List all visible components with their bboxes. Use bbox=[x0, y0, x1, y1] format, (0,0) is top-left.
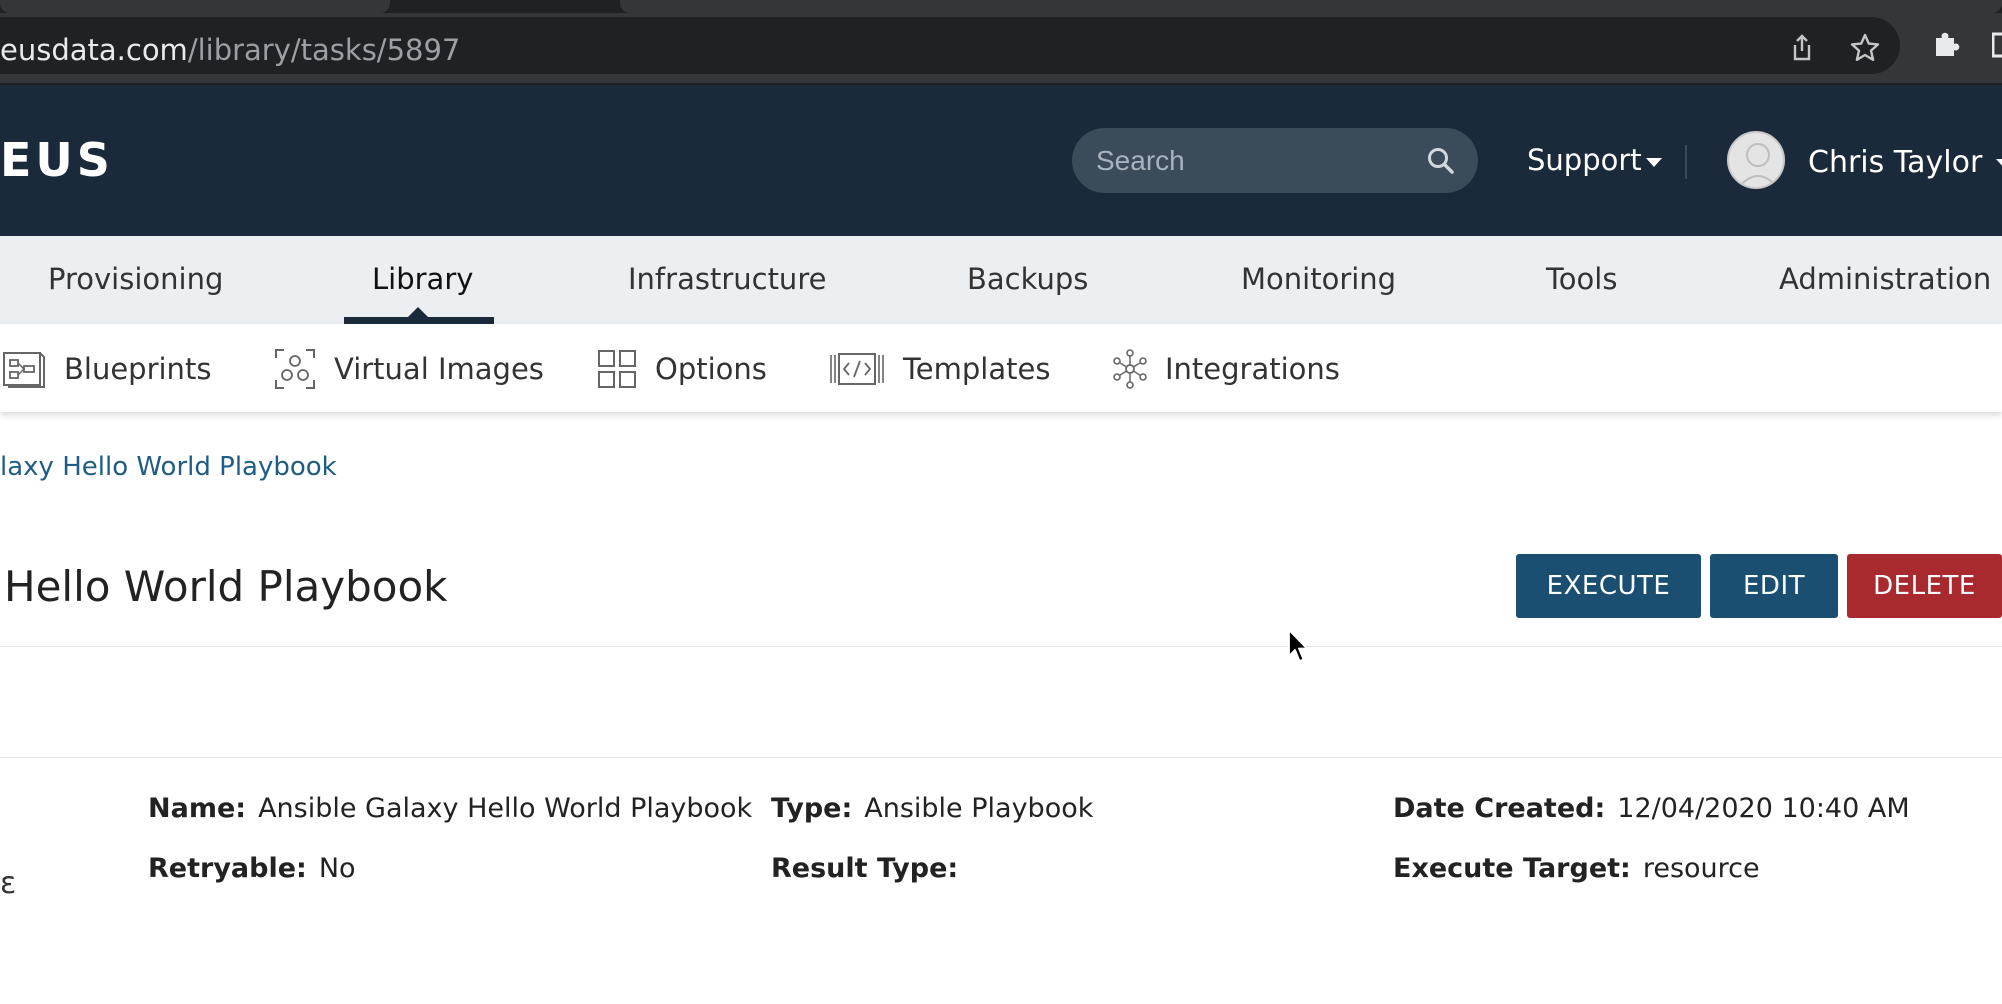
detail-type: Type: Ansible Playbook bbox=[771, 793, 1093, 824]
detail-value: Ansible Playbook bbox=[864, 793, 1094, 824]
truncated-text: ε bbox=[0, 866, 17, 901]
side-panel-icon[interactable] bbox=[1991, 28, 2002, 60]
detail-date-created: Date Created: 12/04/2020 10:40 AM bbox=[1393, 793, 1910, 824]
header-divider bbox=[1685, 145, 1687, 179]
detail-value: resource bbox=[1642, 853, 1760, 884]
address-url[interactable]: eusdata.com/library/tasks/5897 bbox=[0, 33, 460, 67]
breadcrumb[interactable]: laxy Hello World Playbook bbox=[0, 452, 337, 482]
integrations-icon bbox=[1113, 349, 1147, 389]
detail-label: Execute Target: bbox=[1393, 853, 1631, 884]
app-header: EUS Support Chris Taylor bbox=[0, 85, 2002, 236]
nav-item-infrastructure[interactable]: Infrastructure bbox=[628, 262, 826, 296]
chevron-down-icon bbox=[1995, 159, 2002, 168]
subnav-label: Options bbox=[655, 352, 767, 386]
edit-button[interactable]: EDIT bbox=[1710, 554, 1838, 618]
nav-item-library[interactable]: Library bbox=[372, 262, 473, 296]
nav-item-administration[interactable]: Administration bbox=[1779, 262, 1991, 296]
address-bar[interactable]: eusdata.com/library/tasks/5897 bbox=[0, 17, 1900, 74]
nav-item-tools[interactable]: Tools bbox=[1546, 262, 1617, 296]
detail-result-type: Result Type: bbox=[771, 853, 970, 884]
detail-execute-target: Execute Target: resource bbox=[1393, 853, 1760, 884]
avatar[interactable] bbox=[1727, 131, 1785, 189]
browser-tab-strip bbox=[0, 0, 2002, 13]
mouse-cursor-icon bbox=[1287, 628, 1311, 668]
subnav-item-options[interactable]: Options bbox=[597, 346, 767, 392]
browser-toolbar: eusdata.com/library/tasks/5897 bbox=[0, 13, 2002, 85]
detail-label: Date Created: bbox=[1393, 793, 1606, 824]
subnav-item-blueprints[interactable]: Blueprints bbox=[2, 346, 211, 392]
search-input[interactable] bbox=[1096, 128, 1416, 193]
detail-value: No bbox=[318, 853, 356, 884]
search-box[interactable] bbox=[1072, 128, 1478, 193]
url-host: eusdata.com bbox=[0, 33, 188, 67]
detail-name: Name: Ansible Galaxy Hello World Playbook bbox=[148, 793, 752, 824]
chevron-down-icon bbox=[1645, 157, 1662, 167]
detail-value: 12/04/2020 10:40 AM bbox=[1617, 793, 1910, 824]
delete-button[interactable]: DELETE bbox=[1847, 554, 2002, 618]
blueprints-icon bbox=[3, 352, 45, 388]
extensions-icon[interactable] bbox=[1930, 28, 1962, 60]
divider bbox=[0, 757, 2002, 758]
detail-label: Result Type: bbox=[771, 853, 959, 884]
subnav-item-virtual-images[interactable]: Virtual Images bbox=[274, 346, 544, 392]
sub-nav: Blueprints Virtual Images Options Templa… bbox=[0, 324, 2002, 412]
nav-item-monitoring[interactable]: Monitoring bbox=[1241, 262, 1396, 296]
templates-icon bbox=[830, 353, 884, 385]
subnav-label: Templates bbox=[903, 352, 1051, 386]
page-title: Hello World Playbook bbox=[4, 562, 448, 611]
support-menu[interactable]: Support bbox=[1527, 143, 1662, 177]
virtual-images-icon bbox=[275, 349, 315, 389]
bookmark-star-icon[interactable] bbox=[1849, 32, 1881, 64]
detail-label: Type: bbox=[771, 793, 853, 824]
active-tab-indicator-notch bbox=[408, 307, 428, 317]
nav-item-provisioning[interactable]: Provisioning bbox=[48, 262, 223, 296]
nav-item-backups[interactable]: Backups bbox=[967, 262, 1088, 296]
subnav-label: Virtual Images bbox=[334, 352, 544, 386]
detail-retryable: Retryable: No bbox=[148, 853, 356, 884]
options-icon bbox=[598, 350, 636, 388]
subnav-label: Blueprints bbox=[64, 352, 212, 386]
user-avatar-icon bbox=[1738, 143, 1778, 187]
user-menu[interactable]: Chris Taylor bbox=[1808, 145, 2002, 180]
execute-button[interactable]: EXECUTE bbox=[1516, 554, 1701, 618]
divider bbox=[0, 646, 2002, 647]
subnav-label: Integrations bbox=[1165, 352, 1340, 386]
subnav-item-templates[interactable]: Templates bbox=[829, 346, 1050, 392]
app-logo[interactable]: EUS bbox=[0, 133, 114, 187]
subnav-item-integrations[interactable]: Integrations bbox=[1113, 346, 1340, 392]
browser-tab[interactable] bbox=[0, 0, 390, 13]
primary-nav: Provisioning Library Infrastructure Back… bbox=[0, 236, 2002, 324]
user-name: Chris Taylor bbox=[1808, 145, 1983, 180]
search-icon[interactable] bbox=[1426, 146, 1456, 180]
support-label: Support bbox=[1527, 143, 1642, 177]
url-path: /library/tasks/5897 bbox=[187, 33, 461, 67]
detail-label: Name: bbox=[148, 793, 247, 824]
share-icon[interactable] bbox=[1786, 32, 1818, 64]
active-tab-indicator bbox=[344, 317, 494, 324]
browser-tab[interactable] bbox=[620, 0, 2002, 13]
detail-label: Retryable: bbox=[148, 853, 307, 884]
detail-value: Ansible Galaxy Hello World Playbook bbox=[258, 793, 753, 824]
